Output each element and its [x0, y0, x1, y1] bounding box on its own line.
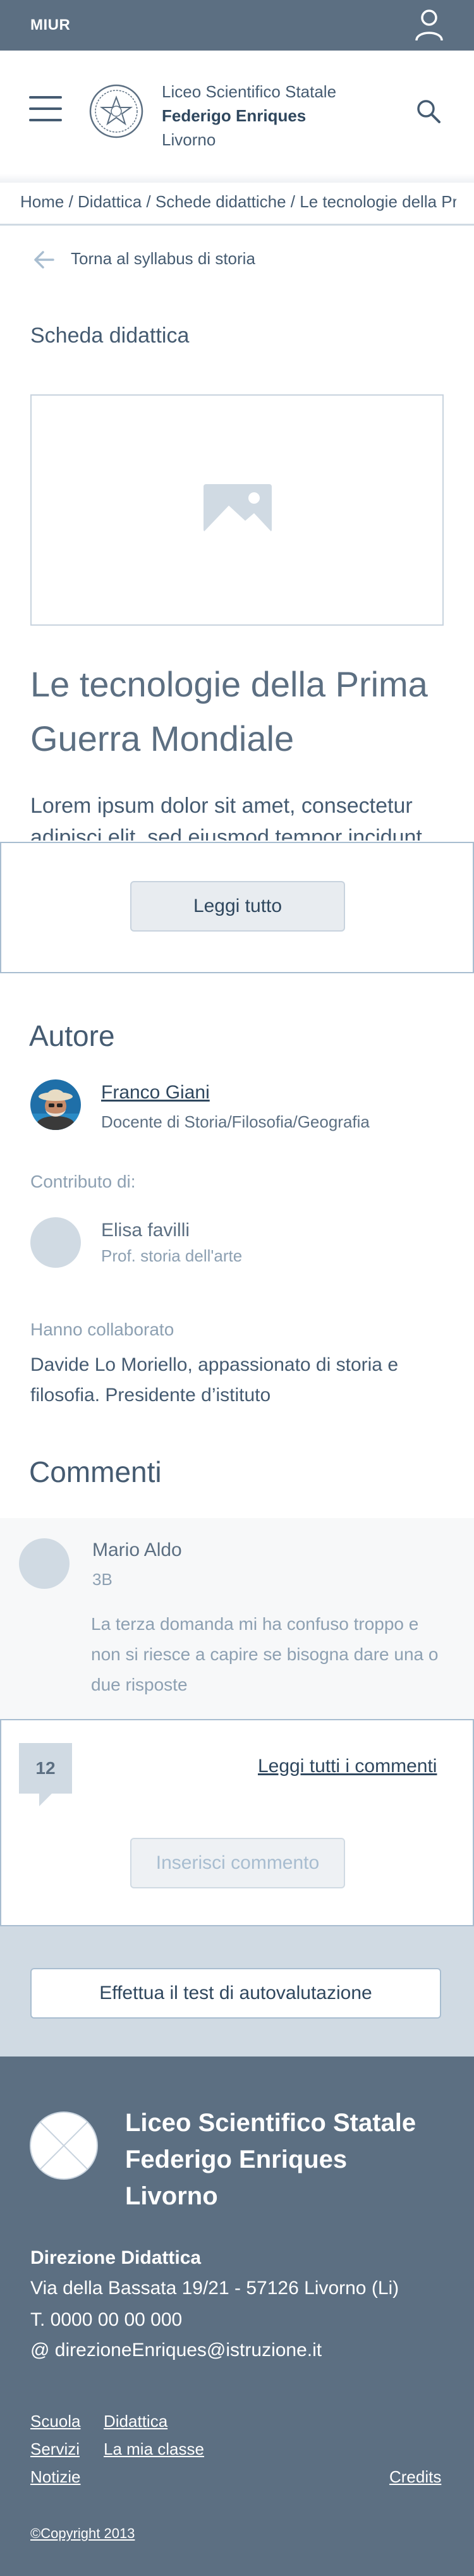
footer-address: Via della Bassata 19/21 - 57126 Livorno … — [30, 2278, 399, 2299]
insert-comment-button[interactable]: Inserisci commento — [130, 1838, 345, 1888]
comments-heading: Commenti — [29, 1455, 162, 1488]
contributor-avatar — [30, 1217, 81, 1268]
top-bar: MIUR — [0, 0, 474, 51]
footer-phone: T. 0000 00 00 000 — [30, 2309, 183, 2330]
emblem-icon — [88, 83, 144, 139]
author-heading: Autore — [29, 1019, 115, 1052]
comment-text: La terza domanda mi ha confuso troppo e … — [91, 1614, 439, 1694]
footer-link-servizi[interactable]: Servizi — [30, 2439, 80, 2459]
commenter-name: Mario Aldo — [92, 1540, 182, 1560]
collab-label: Hanno collaborato — [30, 1320, 174, 1339]
self-test-button[interactable]: Effettua il test di autovalutazione — [30, 1968, 441, 2019]
commenter-avatar — [19, 1538, 70, 1589]
footer-direction-title: Direzione Didattica — [30, 2247, 202, 2268]
school-name[interactable]: Liceo Scientifico Statale Federigo Enriq… — [162, 80, 336, 152]
commenter-class: 3B — [92, 1570, 112, 1589]
header-shadow — [0, 174, 474, 183]
comment-count-badge: 12 — [19, 1743, 72, 1794]
footer-link-classe[interactable]: La mia classe — [104, 2439, 204, 2459]
footer-copyright[interactable]: ©Copyright 2013 — [30, 2525, 135, 2542]
contributor-name: Elisa favilli — [101, 1220, 190, 1241]
footer-school-line-3: Livorno — [125, 2182, 218, 2210]
image-placeholder-icon — [204, 484, 272, 535]
footer-school-line-2: Federigo Enriques — [125, 2146, 348, 2173]
author-name-link[interactable]: Franco Giani — [101, 1082, 210, 1103]
footer-link-didattica[interactable]: Didattica — [104, 2412, 167, 2431]
school-line-1: Liceo Scientifico Statale — [162, 82, 337, 101]
collab-text: Davide Lo Moriello, appassionato di stor… — [30, 1354, 398, 1406]
breadcrumb-divider — [0, 224, 474, 226]
school-line-3: Livorno — [162, 130, 216, 149]
avatar[interactable] — [30, 1079, 81, 1130]
search-icon[interactable] — [416, 99, 441, 124]
school-line-2: Federigo Enriques — [162, 106, 307, 125]
footer-link-notizie[interactable]: Notizie — [30, 2467, 80, 2487]
footer-school-line-1: Liceo Scientifico Statale — [125, 2109, 416, 2137]
contrib-label: Contributo di: — [30, 1172, 136, 1191]
footer-school-name: Liceo Scientifico Statale Federigo Enriq… — [125, 2105, 416, 2215]
article-image — [30, 394, 444, 626]
miur-link[interactable]: MIUR — [30, 16, 70, 34]
read-all-comments-link[interactable]: Leggi tutti i commenti — [258, 1756, 437, 1777]
footer-link-credits[interactable]: Credits — [389, 2467, 441, 2487]
arrow-left-icon[interactable] — [33, 250, 54, 269]
author-role: Docente di Storia/Filosofia/Geografia — [101, 1112, 370, 1131]
comment-badge-tail — [39, 1794, 52, 1806]
user-icon[interactable] — [411, 6, 447, 44]
article-lead: Lorem ipsum dolor sit amet, consectetur … — [30, 794, 422, 841]
article-title: Le tecnologie della Prima Guerra Mondial… — [30, 664, 428, 758]
hamburger-icon[interactable] — [29, 96, 62, 121]
footer-logo-icon — [29, 2111, 99, 2180]
section-label: Scheda didattica — [30, 324, 190, 348]
read-more-button[interactable]: Leggi tutto — [130, 881, 345, 932]
footer-email[interactable]: @ direzioneEnriques@istruzione.it — [30, 2340, 322, 2361]
breadcrumb[interactable]: Home / Didattica / Schede didattiche / L… — [20, 192, 456, 212]
back-link[interactable]: Torna al syllabus di storia — [71, 249, 255, 269]
contributor-role: Prof. storia dell'arte — [101, 1246, 243, 1265]
footer-link-scuola[interactable]: Scuola — [30, 2412, 81, 2431]
